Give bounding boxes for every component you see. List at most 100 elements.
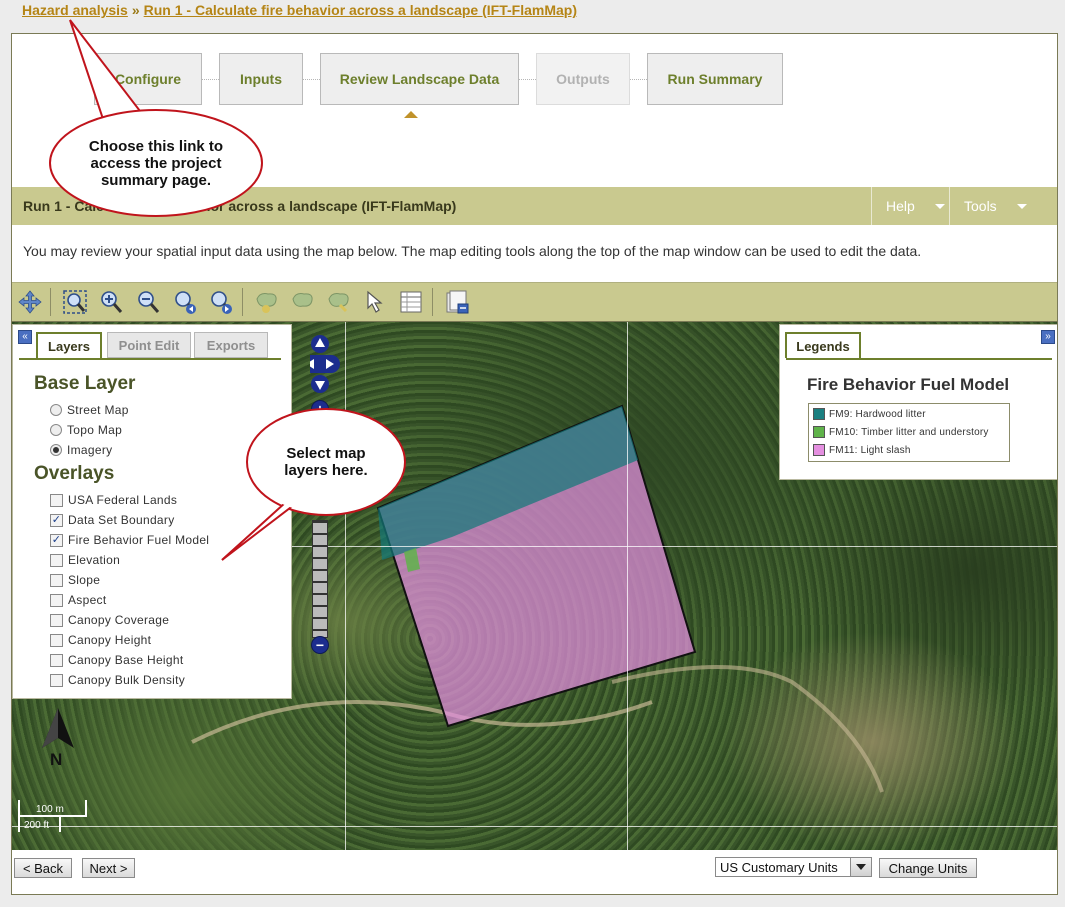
map-toolbar — [12, 282, 1057, 322]
next-button[interactable]: Next > — [82, 858, 135, 878]
option-label: USA Federal Lands — [68, 493, 178, 507]
legend-title: Fire Behavior Fuel Model — [807, 375, 1010, 394]
expand-panel-button[interactable]: » — [1041, 330, 1055, 344]
option-label: Canopy Height — [68, 633, 152, 647]
base-layer-street-map[interactable]: Street Map — [50, 401, 129, 419]
radio-button[interactable] — [50, 424, 62, 436]
tools-menu[interactable]: Tools — [949, 187, 1057, 225]
zoom-extent-icon[interactable] — [62, 289, 88, 315]
checkbox[interactable] — [50, 593, 63, 607]
footer-bar: < Back Next > US Customary Units Change … — [12, 852, 1057, 894]
breadcrumb-separator: » — [131, 2, 140, 18]
overlay-slope[interactable]: Slope — [50, 571, 100, 589]
chevron-down-icon[interactable] — [850, 858, 871, 876]
toolbar-divider — [432, 288, 433, 316]
checkbox[interactable] — [50, 553, 63, 567]
step-run-summary[interactable]: Run Summary — [647, 53, 783, 105]
step-connector — [519, 79, 536, 80]
overlay-usa-federal-lands[interactable]: USA Federal Lands — [50, 491, 177, 509]
zoom-in-button[interactable]: + — [311, 400, 329, 418]
polygon-delete-icon[interactable] — [326, 289, 352, 315]
select-arrow-icon[interactable] — [362, 289, 388, 315]
legend-item: FM9: Hardwood litter — [813, 406, 926, 422]
checkbox-checked[interactable]: ✓ — [50, 513, 63, 527]
checkbox[interactable] — [50, 633, 63, 647]
radio-button[interactable] — [50, 404, 62, 416]
attribute-table-icon[interactable] — [398, 289, 424, 315]
polygon-add-icon[interactable] — [254, 289, 280, 315]
breadcrumb-link-run-1[interactable]: Run 1 - Calculate fire behavior across a… — [144, 2, 577, 18]
checkbox[interactable] — [50, 573, 63, 587]
callout-layers-text: Select map layers here. — [284, 445, 368, 479]
checkbox[interactable] — [50, 613, 63, 627]
checkbox[interactable] — [50, 653, 63, 667]
zoom-next-icon[interactable] — [208, 289, 234, 315]
map-view[interactable]: « Layers Point Edit Exports Base Layer S… — [12, 322, 1057, 850]
option-label: Fire Behavior Fuel Model — [68, 533, 210, 547]
units-select-value: US Customary Units — [720, 859, 838, 875]
zoom-out-icon[interactable] — [135, 289, 161, 315]
step-review-landscape-data[interactable]: Review Landscape Data — [320, 53, 519, 105]
toolbar-divider — [50, 288, 51, 316]
checkbox[interactable] — [50, 673, 63, 687]
polygon-edit-icon[interactable] — [290, 289, 316, 315]
map-grid-line — [12, 826, 1057, 827]
intro-text: You may review your spatial input data u… — [23, 243, 922, 259]
tab-layers[interactable]: Layers — [36, 332, 102, 358]
option-label: Elevation — [68, 553, 121, 567]
overlay-aspect[interactable]: Aspect — [50, 591, 107, 609]
overlay-elevation[interactable]: Elevation — [50, 551, 120, 569]
tab-point-edit[interactable]: Point Edit — [107, 332, 191, 358]
workflow-steps: Configure Inputs Review Landscape Data O… — [12, 53, 1057, 107]
zoom-previous-icon[interactable] — [172, 289, 198, 315]
units-select[interactable]: US Customary Units — [715, 857, 872, 877]
export-icon[interactable] — [444, 289, 470, 315]
radio-button-selected[interactable] — [50, 444, 62, 456]
zoom-in-icon[interactable] — [98, 289, 124, 315]
step-connector — [202, 79, 219, 80]
breadcrumb: Hazard analysis» Run 1 - Calculate fire b… — [22, 2, 577, 18]
legend-swatch — [813, 426, 825, 438]
option-label: Street Map — [67, 403, 129, 417]
tab-legends[interactable]: Legends — [785, 332, 861, 358]
step-inputs[interactable]: Inputs — [219, 53, 303, 105]
breadcrumb-link-hazard-analysis[interactable]: Hazard analysis — [22, 2, 128, 18]
zoom-slider[interactable] — [312, 520, 328, 638]
legend-item: FM11: Light slash — [813, 442, 911, 458]
toolbar-divider — [242, 288, 243, 316]
base-layer-heading: Base Layer — [34, 373, 136, 394]
legend-item: FM10: Timber litter and understory — [813, 424, 989, 440]
pan-arrows-icon[interactable] — [310, 334, 346, 394]
zoom-out-button[interactable]: − — [311, 636, 329, 654]
legend-label: FM11: Light slash — [829, 444, 911, 456]
overlay-fire-behavior-fuel-model[interactable]: ✓ Fire Behavior Fuel Model — [50, 531, 209, 549]
help-menu[interactable]: Help — [871, 187, 949, 225]
step-configure[interactable]: Configure — [94, 53, 202, 105]
overlay-canopy-height[interactable]: Canopy Height — [50, 631, 151, 649]
checkbox[interactable] — [50, 493, 63, 507]
base-layer-imagery[interactable]: Imagery — [50, 441, 112, 459]
current-step-indicator — [404, 111, 418, 118]
option-label: Canopy Base Height — [68, 653, 184, 667]
callout-summary-text: Choose this link to access the project s… — [88, 137, 224, 189]
tab-exports[interactable]: Exports — [194, 332, 268, 358]
overlay-canopy-bulk-density[interactable]: Canopy Bulk Density — [50, 671, 185, 689]
map-grid-line — [627, 322, 628, 850]
road — [191, 700, 653, 744]
pan-icon[interactable] — [17, 289, 43, 315]
base-layer-topo-map[interactable]: Topo Map — [50, 421, 122, 439]
overlay-canopy-coverage[interactable]: Canopy Coverage — [50, 611, 169, 629]
change-units-button[interactable]: Change Units — [879, 858, 977, 878]
collapse-panel-button[interactable]: « — [18, 330, 32, 344]
option-label: Topo Map — [67, 423, 123, 437]
road — [611, 665, 884, 793]
help-menu-label: Help — [886, 198, 915, 214]
overlay-canopy-base-height[interactable]: Canopy Base Height — [50, 651, 183, 669]
north-arrow: N — [38, 708, 78, 772]
checkbox-checked[interactable]: ✓ — [50, 533, 63, 547]
back-button[interactable]: < Back — [14, 858, 72, 878]
north-label: N — [50, 750, 63, 769]
overlay-data-set-boundary[interactable]: ✓ Data Set Boundary — [50, 511, 175, 529]
legend-box: FM9: Hardwood litter FM10: Timber litter… — [808, 403, 1010, 462]
tools-menu-label: Tools — [964, 198, 997, 214]
